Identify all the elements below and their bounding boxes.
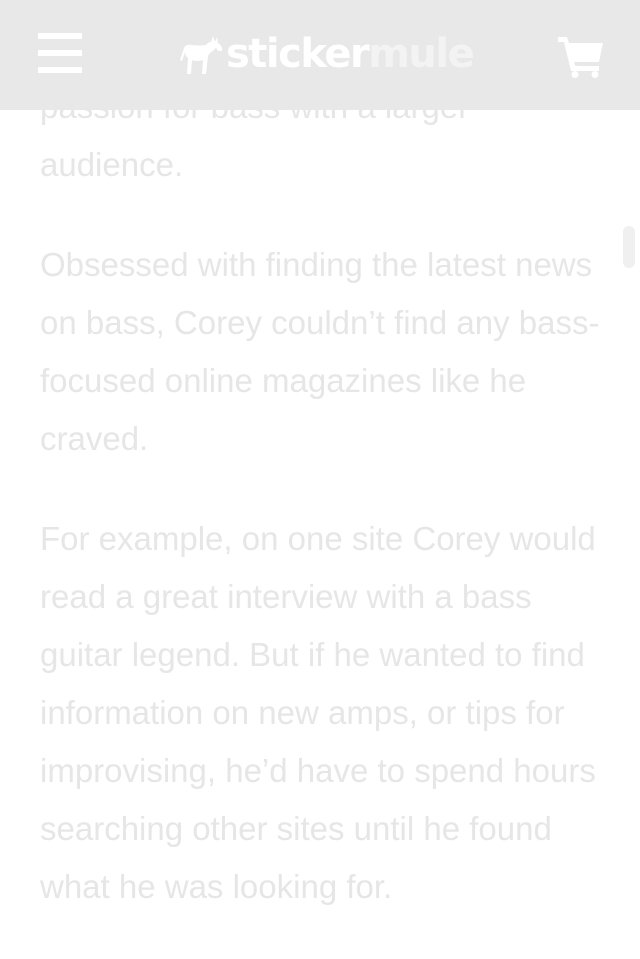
menu-button[interactable] [38,33,82,73]
hamburger-menu-icon-bar [38,50,82,56]
article-paragraph: For example, on one site Corey would rea… [40,520,596,905]
article-body: passion for bass with a larger audience.… [40,78,605,958]
mule-icon [180,36,223,74]
hamburger-menu-icon-bar [38,67,82,73]
article-paragraph: Obsessed with finding the latest news on… [40,246,600,457]
paragraph-end: audience. [40,146,184,183]
cart-button[interactable] [558,36,604,78]
logo-wordmark: stickermule [226,31,475,77]
scrollbar-thumb[interactable] [623,226,635,268]
top-navbar: stickermule [0,0,640,110]
page: passion for bass with a larger audience.… [0,0,640,959]
shopping-cart-icon [558,37,603,78]
hamburger-menu-icon-bar [38,33,82,39]
logo[interactable]: stickermule [180,27,475,81]
